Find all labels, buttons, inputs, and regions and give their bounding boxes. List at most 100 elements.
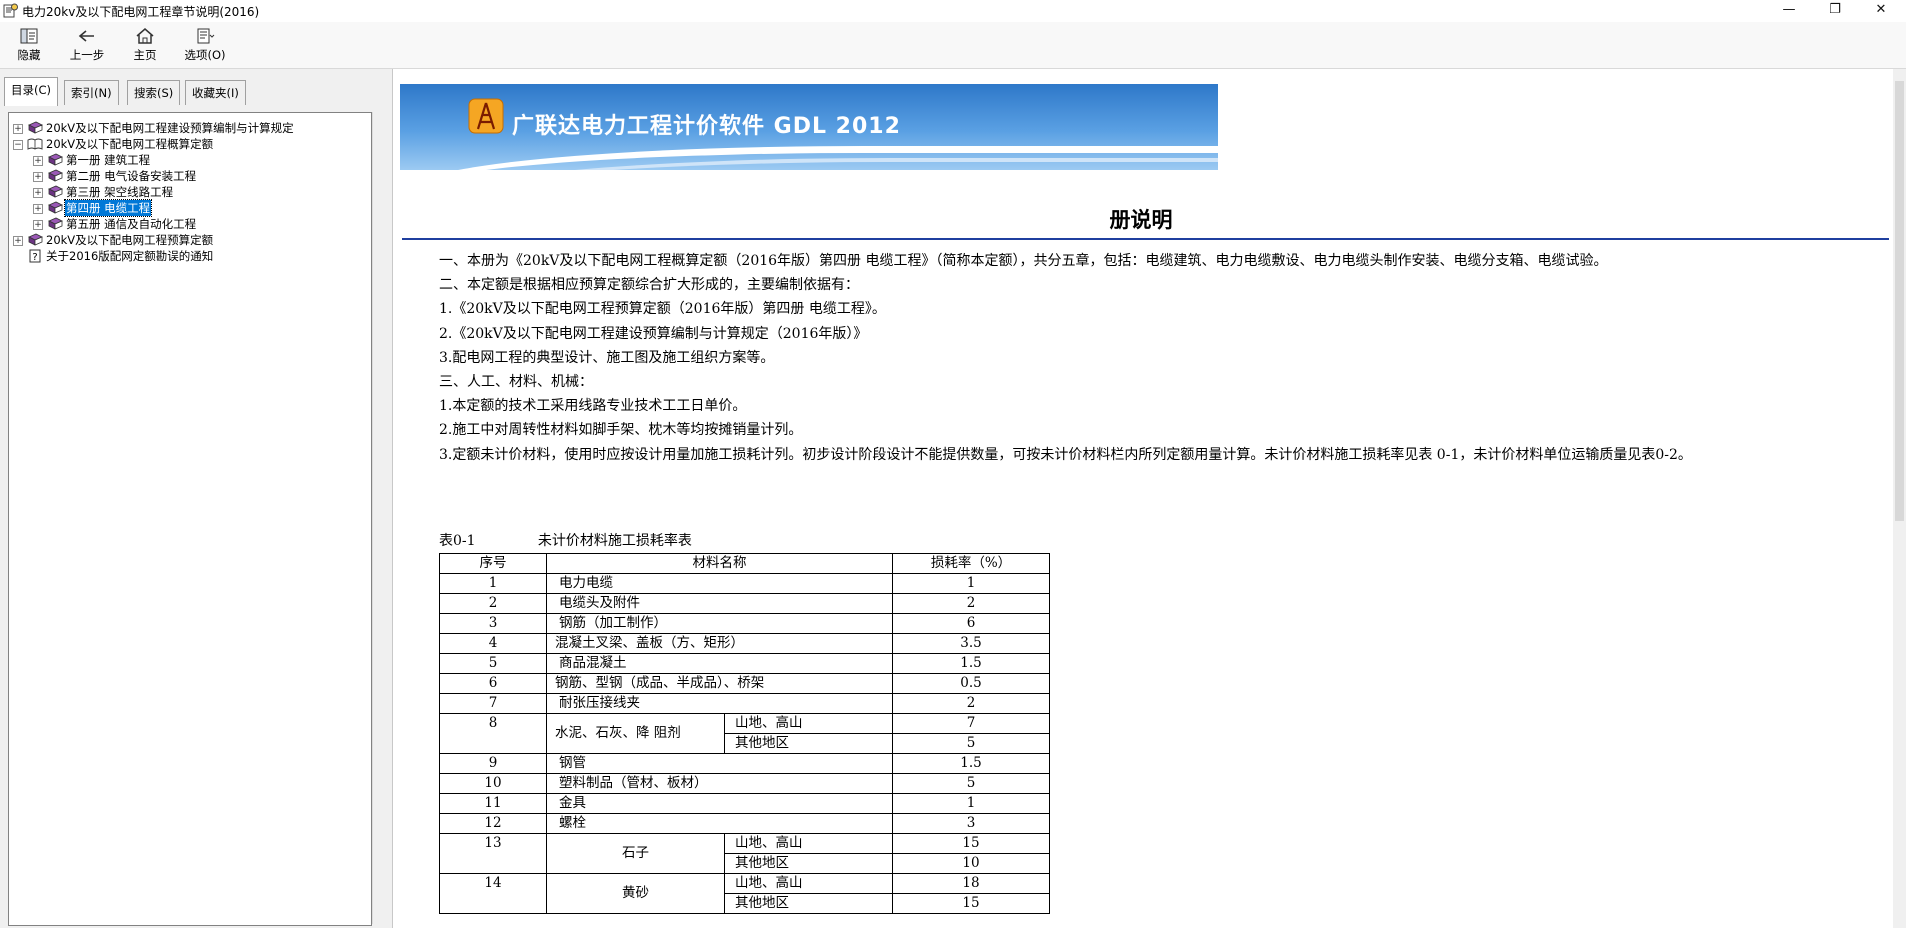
cell-area: 山地、高山 [724, 833, 893, 854]
document-body: 一、本册为《20kV及以下配电网工程概算定额（2016年版）第四册 电缆工程》（… [439, 249, 1899, 467]
table-header-row: 序号 材料名称 损耗率（%） [439, 553, 1050, 574]
cell-rate: 1.5 [892, 653, 1050, 674]
back-arrow-icon [78, 30, 94, 42]
cell-rate: 7 [892, 713, 1050, 734]
expand-toggle[interactable]: + [33, 156, 43, 166]
tab-index[interactable]: 索引(N) [64, 80, 119, 105]
pane-splitter[interactable] [386, 69, 393, 928]
options-icon [197, 28, 215, 44]
tree-item-selected[interactable]: + 第四册 电缆工程 [33, 199, 363, 217]
cell-rate: 15 [892, 893, 1050, 914]
close-button[interactable]: ✕ [1858, 0, 1904, 22]
tree-item[interactable]: + 第一册 建筑工程 [33, 152, 363, 168]
cell-no: 2 [439, 593, 547, 614]
title-bar: 电力20kv及以下配电网工程章节说明(2016) — ❐ ✕ [0, 0, 1906, 22]
tree-item-label: 关于2016版配网定额勘误的通知 [46, 249, 214, 263]
table-caption: 表0-1 未计价材料施工损耗率表 [439, 530, 692, 550]
cell-area: 山地、高山 [724, 713, 893, 734]
table-row: 5 商品混凝土 1.5 [439, 653, 1050, 674]
cell-area: 山地、高山 [724, 873, 893, 894]
table-row: 4 混凝土叉梁、盖板（方、矩形） 3.5 [439, 633, 1050, 654]
cell-no: 4 [439, 633, 547, 654]
cell-material: 耐张压接线夹 [546, 693, 893, 714]
cell-material: 钢筋（加工制作） [546, 613, 893, 634]
tree-item[interactable]: + 20kV及以下配电网工程预算定额 [13, 232, 363, 248]
home-label: 主页 [133, 48, 157, 62]
table-row: 2 电缆头及附件 2 [439, 593, 1050, 614]
cell-rate: 2 [892, 593, 1050, 614]
cell-no: 14 [439, 873, 547, 914]
tree-item-label: 第四册 电缆工程 [63, 199, 153, 217]
table-number: 表0-1 [439, 533, 476, 549]
tree-item[interactable]: + 第三册 架空线路工程 [33, 184, 363, 200]
expand-toggle[interactable]: + [13, 124, 23, 134]
book-closed-icon [48, 169, 63, 182]
tree-item[interactable]: ? 关于2016版配网定额勘误的通知 [13, 248, 363, 264]
tree-item[interactable]: + 第二册 电气设备安装工程 [33, 168, 363, 184]
cell-rate: 2 [892, 693, 1050, 714]
table-row: 8 水泥、石灰、降 阻剂 山地、高山 7 [439, 713, 1050, 754]
cell-rate: 15 [892, 833, 1050, 854]
product-logo-icon [468, 98, 504, 134]
tree-item-label: 第二册 电气设备安装工程 [66, 169, 197, 183]
back-label: 上一步 [69, 48, 105, 62]
hide-label: 隐藏 [17, 48, 41, 62]
expand-toggle[interactable]: + [33, 172, 43, 182]
cell-material: 金具 [546, 793, 893, 814]
cell-rate: 18 [892, 873, 1050, 894]
restore-button[interactable]: ❐ [1812, 0, 1858, 22]
table-row: 9 钢管 1.5 [439, 753, 1050, 774]
tab-contents[interactable]: 目录(C) [4, 77, 59, 106]
cell-no: 12 [439, 813, 547, 834]
cell-area: 其他地区 [724, 733, 893, 754]
expand-toggle[interactable]: + [33, 188, 43, 198]
cell-rate: 3.5 [892, 633, 1050, 654]
tab-favorites[interactable]: 收藏夹(I) [185, 80, 246, 105]
table-row: 10 塑料制品（管材、板材） 5 [439, 773, 1050, 794]
home-icon [136, 28, 154, 44]
help-app-icon [3, 3, 18, 18]
cell-area: 其他地区 [724, 853, 893, 874]
cell-no: 13 [439, 833, 547, 874]
cell-rate: 1 [892, 573, 1050, 594]
navigation-pane: 目录(C) 索引(N) 搜索(S) 收藏夹(I) + 20kV及以下配电网工程建… [0, 69, 386, 928]
content-pane: 广联达电力工程计价软件 GDL 2012 册说明 一、本册为《20kV及以下配电… [393, 69, 1906, 928]
tree-item[interactable]: − 20kV及以下配电网工程概算定额 [13, 136, 363, 152]
book-closed-icon [48, 153, 63, 166]
tree-scrollbar[interactable] [372, 112, 385, 924]
tree-item-label: 20kV及以下配电网工程建设预算编制与计算规定 [46, 121, 294, 135]
minimize-button[interactable]: — [1766, 0, 1812, 22]
contents-tree: + 20kV及以下配电网工程建设预算编制与计算规定 − 20kV及以下配电网工程… [8, 112, 372, 926]
scrollbar-thumb[interactable] [1895, 81, 1904, 521]
hide-button[interactable]: 隐藏 [5, 25, 53, 67]
book-closed-icon [28, 233, 43, 246]
paragraph: 一、本册为《20kV及以下配电网工程概算定额（2016年版）第四册 电缆工程》（… [439, 253, 1608, 269]
home-button[interactable]: 主页 [121, 25, 169, 67]
expand-toggle[interactable]: + [33, 204, 43, 214]
paragraph: 二、本定额是根据相应预算定额综合扩大形成的，主要编制依据有： [439, 277, 859, 294]
table-row: 13 石子 山地、高山 15 [439, 833, 1050, 874]
book-closed-icon [28, 121, 43, 134]
column-header: 材料名称 [546, 553, 893, 574]
collapse-toggle[interactable]: − [13, 140, 23, 150]
cell-rate: 0.5 [892, 673, 1050, 694]
expand-toggle[interactable]: + [13, 236, 23, 246]
options-button[interactable]: 选项(O) [181, 25, 229, 67]
tab-search[interactable]: 搜索(S) [127, 80, 181, 105]
table-row: 12 螺栓 3 [439, 813, 1050, 834]
column-header: 序号 [439, 553, 547, 574]
cell-material: 钢筋、型钢（成品、半成品）、桥架 [546, 673, 893, 694]
tree-item-label: 第三册 架空线路工程 [66, 185, 174, 199]
cell-material: 黄砂 [546, 873, 725, 914]
cell-no: 3 [439, 613, 547, 634]
expand-toggle[interactable]: + [33, 220, 43, 230]
table-row: 14 黄砂 山地、高山 18 [439, 873, 1050, 914]
tree-item[interactable]: + 第五册 通信及自动化工程 [33, 216, 363, 232]
cell-rate: 5 [892, 733, 1050, 754]
content-scrollbar[interactable] [1893, 69, 1906, 928]
cell-rate: 3 [892, 813, 1050, 834]
tree-item[interactable]: + 20kV及以下配电网工程建设预算编制与计算规定 [13, 120, 363, 136]
banner-title: 广联达电力工程计价软件 GDL 2012 [512, 114, 901, 139]
cell-material: 混凝土叉梁、盖板（方、矩形） [546, 633, 893, 654]
back-button[interactable]: 上一步 [63, 25, 111, 67]
